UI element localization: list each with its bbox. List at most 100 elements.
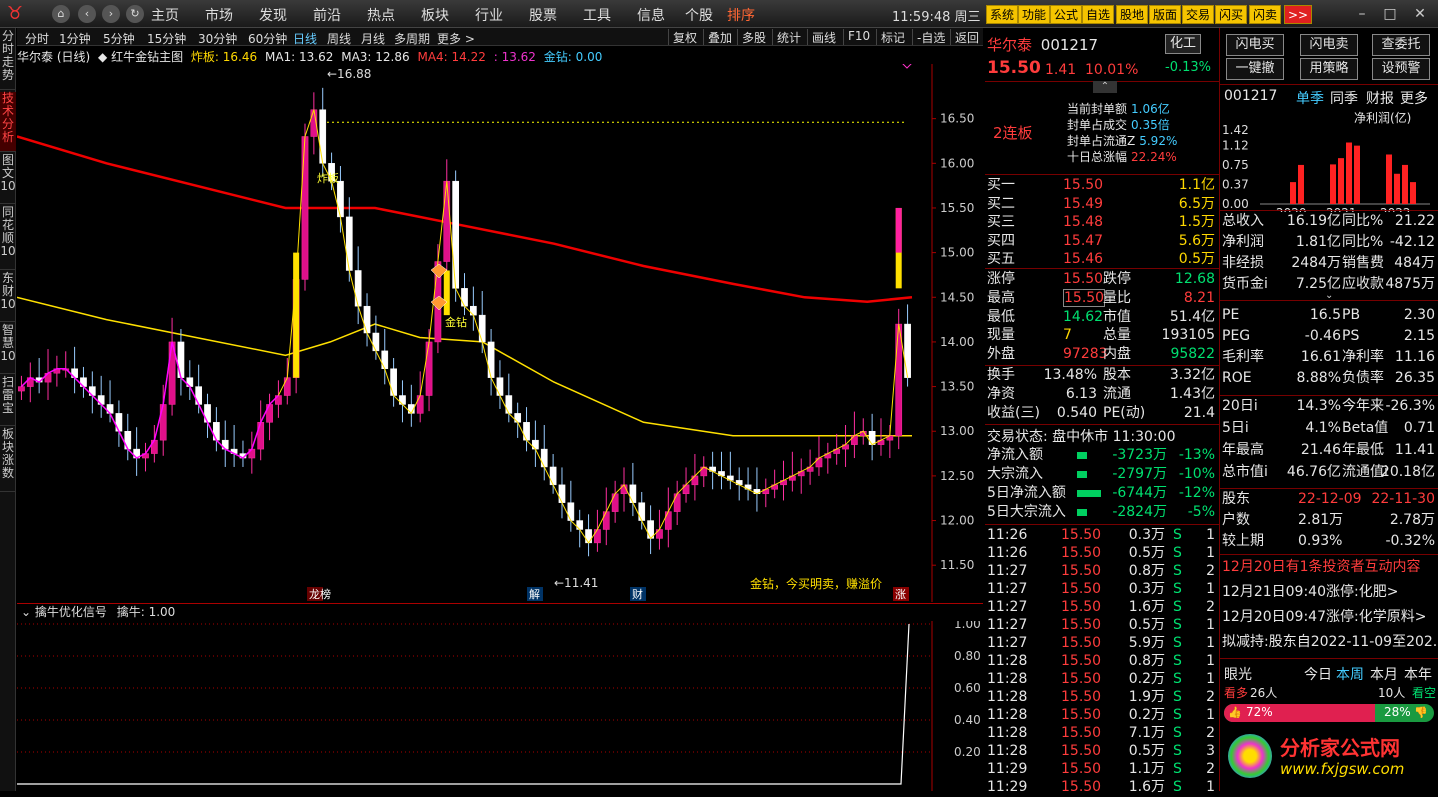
- bid-row[interactable]: 买二 15.49 6.5万: [985, 195, 1219, 214]
- period-weekly[interactable]: 周线: [327, 30, 351, 47]
- tool-overlay[interactable]: 叠加: [703, 29, 732, 45]
- tool-multi-stock[interactable]: 多股: [737, 29, 766, 45]
- vision-tab-month[interactable]: 本月: [1370, 664, 1398, 684]
- tool-stockmap[interactable]: 股地: [1116, 5, 1149, 24]
- candle-body: [576, 520, 584, 530]
- bid-row[interactable]: 买五 15.46 0.5万: [985, 250, 1219, 269]
- ltab-intraday[interactable]: 分时走势: [0, 30, 16, 90]
- minimize-icon[interactable]: –: [1352, 4, 1372, 24]
- menu-sort[interactable]: 排序: [727, 5, 755, 25]
- refresh-nav-icon[interactable]: ↻: [126, 5, 144, 23]
- dropdown-icon[interactable]: ◆: [98, 50, 107, 64]
- menu-single-stock[interactable]: 个股: [685, 5, 713, 25]
- menu-industry[interactable]: 行业: [475, 5, 503, 25]
- menu-discover[interactable]: 发现: [259, 5, 287, 25]
- back-nav-icon[interactable]: ‹: [78, 5, 96, 23]
- menu-tools[interactable]: 工具: [583, 5, 611, 25]
- bid-row[interactable]: 买一 15.50 1.1亿: [985, 176, 1219, 195]
- tool-system[interactable]: 系统: [986, 5, 1019, 24]
- fin-bar: [1402, 164, 1408, 204]
- menu-frontier[interactable]: 前沿: [313, 5, 341, 25]
- candle-body: [319, 109, 327, 164]
- tool-more[interactable]: >>: [1284, 5, 1313, 24]
- tool-flash-buy[interactable]: 闪买: [1215, 5, 1248, 24]
- period-intraday[interactable]: 分时: [25, 30, 49, 47]
- ltab-technical[interactable]: 技术分析: [0, 92, 16, 152]
- maximize-icon[interactable]: □: [1380, 4, 1400, 24]
- bid-row[interactable]: 买四 15.47 5.6万: [985, 232, 1219, 251]
- period-5min[interactable]: 5分钟: [103, 30, 135, 47]
- tool-trade[interactable]: 交易: [1182, 5, 1215, 24]
- indicator-name[interactable]: 擒牛优化信号: [35, 605, 107, 619]
- check-order-button[interactable]: 查委托: [1372, 34, 1430, 56]
- ltab-mine[interactable]: 扫雷宝: [0, 376, 16, 426]
- period-monthly[interactable]: 月线: [361, 30, 385, 47]
- stat2-value: 0.540: [1056, 405, 1097, 421]
- period-15min[interactable]: 15分钟: [147, 30, 186, 47]
- period-daily[interactable]: 日线: [293, 30, 317, 47]
- collapse-icon[interactable]: ⌃: [1093, 81, 1117, 93]
- period-30min[interactable]: 30分钟: [198, 30, 237, 47]
- period-multi[interactable]: 多周期: [394, 30, 430, 47]
- period-60min[interactable]: 60分钟: [248, 30, 287, 47]
- tool-layout[interactable]: 版面: [1149, 5, 1182, 24]
- bid-row[interactable]: 买三 15.48 1.5万: [985, 213, 1219, 232]
- ltab-ths[interactable]: 同花顺10: [0, 206, 16, 270]
- ltab-eastmoney[interactable]: 东财10: [0, 272, 16, 322]
- tool-f10[interactable]: F10: [843, 29, 870, 45]
- menu-home[interactable]: 主页: [151, 5, 179, 25]
- tool-mark[interactable]: 标记: [876, 29, 905, 45]
- fin-tab-more[interactable]: 更多: [1400, 88, 1428, 108]
- vision-tab-year[interactable]: 本年: [1404, 664, 1432, 684]
- candle-body: [673, 493, 681, 512]
- news-item[interactable]: 拟减持:股东自2022-11-09至202...: [1220, 633, 1438, 652]
- sector-label[interactable]: 化工: [1165, 34, 1201, 54]
- tick-side: S: [1173, 689, 1182, 705]
- fin-tab-same[interactable]: 同季: [1330, 88, 1358, 108]
- news-item[interactable]: 12月20日有1条投资者互动内容: [1220, 558, 1438, 577]
- ltab-wisdom[interactable]: 智慧10: [0, 324, 16, 374]
- news-item[interactable]: 12月21日09:40涨停:化肥>: [1220, 583, 1438, 602]
- flash-sell-button[interactable]: 闪电卖: [1300, 34, 1358, 56]
- expand-icon[interactable]: ⌄: [1325, 290, 1333, 301]
- vision-tab-week[interactable]: 本周: [1336, 664, 1364, 684]
- menu-hot[interactable]: 热点: [367, 5, 395, 25]
- ltab-sector-count[interactable]: 板块涨数: [0, 428, 16, 492]
- indicator-chart[interactable]: 1.00 0.80 0.60 0.40 0.20: [17, 621, 983, 791]
- indicator-dropdown-icon[interactable]: ⌄: [21, 605, 31, 619]
- bid-volume: 1.1亿: [1178, 177, 1215, 193]
- tool-return[interactable]: 返回: [950, 29, 979, 45]
- ltab-graphic[interactable]: 图文10: [0, 154, 16, 204]
- tool-function[interactable]: 功能: [1018, 5, 1051, 24]
- tick-row: 11:28 15.50 0.2万 S 1: [985, 706, 1219, 725]
- flash-buy-button[interactable]: 闪电买: [1226, 34, 1284, 56]
- period-1min[interactable]: 1分钟: [59, 30, 91, 47]
- tool-adjust[interactable]: 复权: [668, 29, 697, 45]
- alert-button[interactable]: 设预警: [1372, 58, 1430, 80]
- fin-value: 46.76亿: [1286, 464, 1341, 480]
- candle-body: [585, 529, 592, 544]
- tool-watch-remove[interactable]: -自选: [912, 29, 945, 45]
- home-nav-icon[interactable]: ⌂: [52, 5, 70, 23]
- period-more[interactable]: 更多 >: [437, 30, 475, 47]
- news-item[interactable]: 12月20日09:47涨停:化学原料>: [1220, 608, 1438, 627]
- tool-formula[interactable]: 公式: [1050, 5, 1083, 24]
- price-chart[interactable]: 16.50 16.00 15.50 15.00 14.50 14.00 13.50 13.00…: [17, 64, 983, 602]
- chart-indicator-name[interactable]: 红牛金钻主图: [111, 50, 183, 64]
- fin-tab-report[interactable]: 财报: [1366, 88, 1394, 108]
- tool-statistics[interactable]: 统计: [772, 29, 801, 45]
- fin-tab-quarter[interactable]: 单季: [1296, 88, 1324, 108]
- strategy-button[interactable]: 用策略: [1300, 58, 1358, 80]
- forward-nav-icon[interactable]: ›: [102, 5, 120, 23]
- menu-sector[interactable]: 板块: [421, 5, 449, 25]
- close-icon[interactable]: ✕: [1410, 4, 1430, 24]
- menu-info[interactable]: 信息: [637, 5, 665, 25]
- tool-draw[interactable]: 画线: [807, 29, 836, 45]
- tool-flash-sell[interactable]: 闪卖: [1249, 5, 1282, 24]
- cancel-all-button[interactable]: 一键撤: [1226, 58, 1284, 80]
- tool-watchlist[interactable]: 自选: [1082, 5, 1115, 24]
- vision-tab-today[interactable]: 今日: [1304, 664, 1332, 684]
- menu-stocks[interactable]: 股票: [529, 5, 557, 25]
- tick-volume: 0.2万: [1128, 671, 1165, 687]
- menu-market[interactable]: 市场: [205, 5, 233, 25]
